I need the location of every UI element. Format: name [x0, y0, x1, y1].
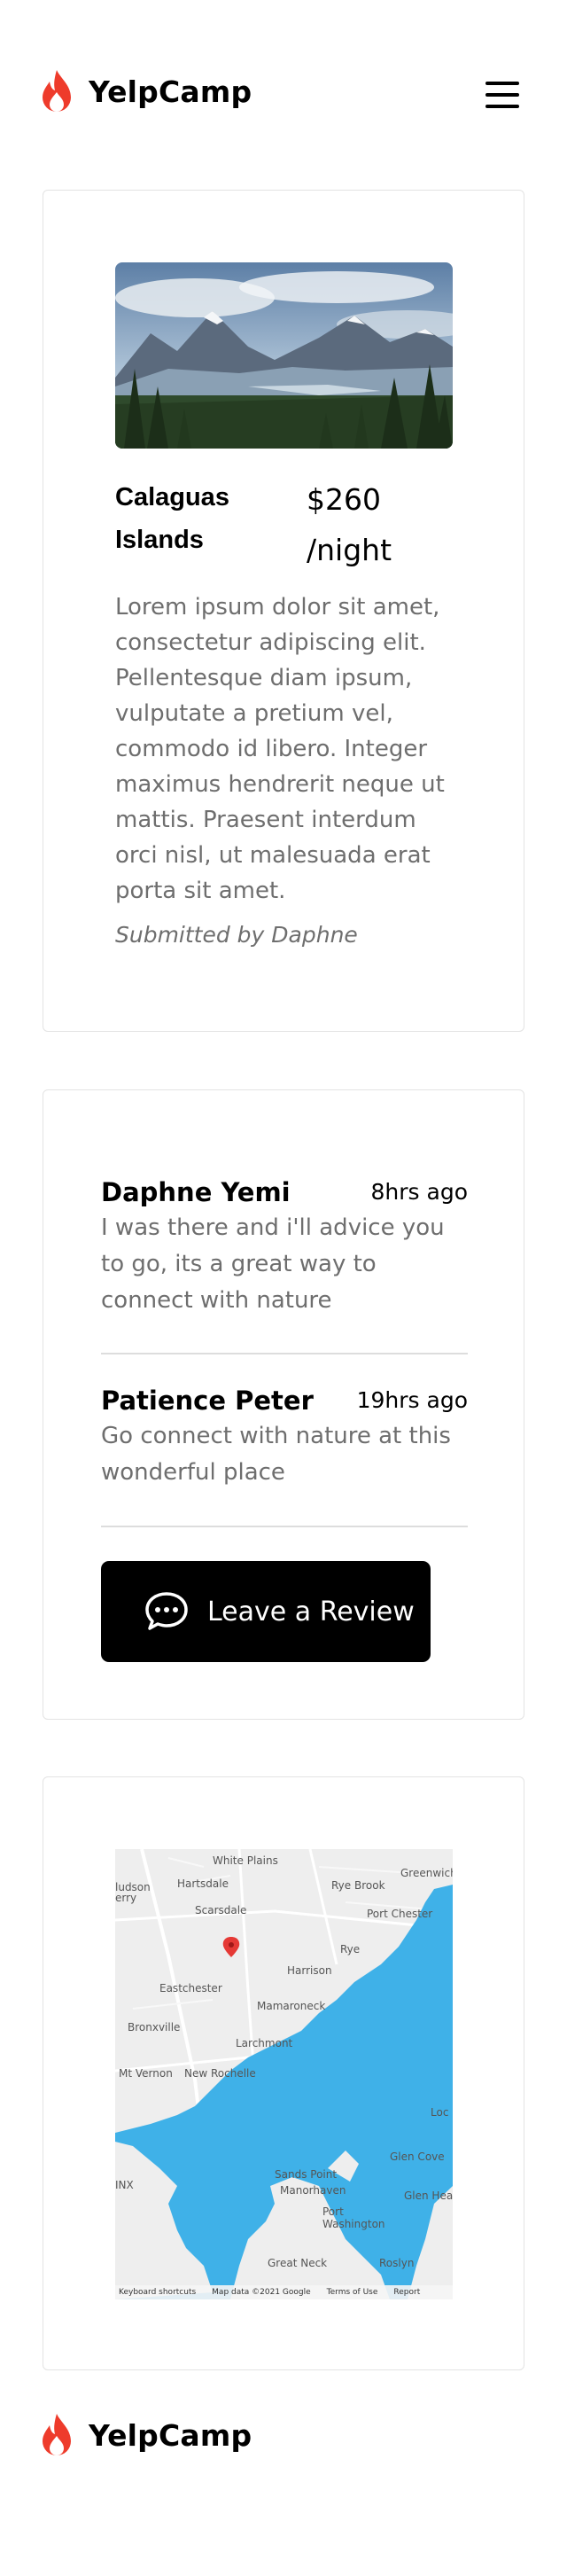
map-label: Bronxville [128, 2021, 181, 2033]
map-label: White Plains [213, 1854, 278, 1867]
flame-icon [43, 70, 71, 112]
review-time: 19hrs ago [356, 1387, 468, 1413]
map-label: Port Chester [367, 1908, 433, 1920]
map-label: Mt Vernon [119, 2067, 173, 2080]
map-label: Scarsdale [195, 1904, 247, 1916]
review-time: 8hrs ago [370, 1179, 469, 1205]
map-terms-link[interactable]: Terms of Use [327, 2288, 378, 2297]
brand-logo[interactable]: YelpCamp [39, 69, 252, 113]
map-label: Loc [431, 2106, 449, 2119]
chat-bubble-icon [145, 1592, 188, 1630]
map-label: Manorhaven [280, 2184, 346, 2197]
map-label: Glen Cove [390, 2151, 445, 2163]
map-label: Roslyn [379, 2257, 415, 2269]
map-label: Sands Point [275, 2168, 338, 2181]
map-report-link[interactable]: Report [393, 2288, 420, 2297]
review-text: Go connect with nature at this wonderful… [101, 1423, 451, 1486]
map-card: White Plains Greenwich Hartsdale Rye Bro… [43, 1776, 524, 2370]
campground-image [115, 262, 453, 449]
map-attribution: Keyboard shortcuts Map data ©2021 Google… [115, 2285, 453, 2299]
review-divider [101, 1353, 468, 1354]
map-label: Rye [340, 1943, 361, 1955]
map-label: New Rochelle [184, 2067, 256, 2080]
hamburger-menu-icon[interactable] [485, 82, 521, 108]
campground-description: Lorem ipsum dolor sit amet, consectetur … [115, 594, 445, 904]
leave-review-button[interactable]: Leave a Review [101, 1561, 431, 1662]
map-label: erry [115, 1892, 137, 1904]
map-label: Hartsdale [177, 1877, 229, 1890]
header: YelpCamp [0, 0, 567, 195]
map-label: Glen Head [404, 2190, 453, 2202]
map-keyboard-shortcuts-link[interactable]: Keyboard shortcuts [119, 2288, 196, 2297]
review-divider [101, 1526, 468, 1527]
review-author: Patience Peter [101, 1386, 314, 1416]
map-label: Harrison [287, 1964, 332, 1977]
map-label: Eastchester [159, 1982, 222, 1994]
map-label: INX [115, 2179, 134, 2191]
location-map[interactable]: White Plains Greenwich Hartsdale Rye Bro… [115, 1849, 453, 2299]
map-label: Rye Brook [331, 1879, 385, 1892]
leave-review-label: Leave a Review [207, 1596, 415, 1628]
review-author: Daphne Yemi [101, 1177, 291, 1207]
campground-submitted-by: Submitted by Daphne [115, 922, 358, 948]
campground-card: Calaguas Islands $260 /night Lorem ipsum… [43, 190, 524, 1032]
reviews-card: Daphne Yemi 8hrs ago I was there and i'l… [43, 1089, 524, 1720]
map-label: Great Neck [268, 2257, 328, 2269]
review-text: I was there and i'll advice you to go, i… [101, 1214, 445, 1314]
flame-icon [43, 2414, 71, 2455]
brand-name: YelpCamp [89, 74, 252, 109]
map-label: Greenwich [400, 1867, 453, 1879]
footer-brand-name: YelpCamp [89, 2417, 252, 2453]
map-label: Port Washington [322, 2205, 385, 2230]
footer-brand-logo[interactable]: YelpCamp [39, 2413, 252, 2457]
map-label: Mamaroneck [257, 2000, 326, 2012]
campground-title: Calaguas Islands [115, 483, 229, 554]
map-data-credit: Map data ©2021 Google [212, 2288, 311, 2297]
map-label: Larchmont [236, 2037, 293, 2049]
campground-price: $260 /night [307, 482, 392, 567]
